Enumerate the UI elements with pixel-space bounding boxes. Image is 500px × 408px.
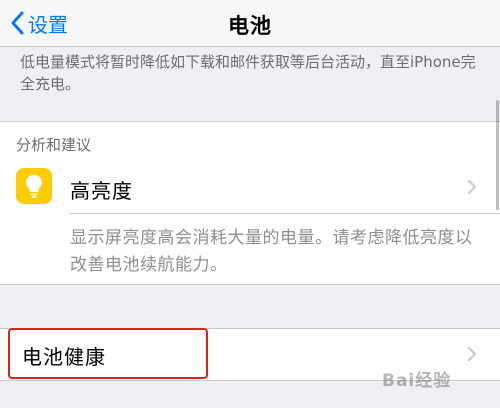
scrollbar[interactable] <box>496 100 499 210</box>
page-title: 电池 <box>228 14 272 38</box>
low-power-mode-footer: 低电量模式将暂时降低如下载和邮件获取等后台活动，直至iPhone完全充电。 <box>20 53 476 93</box>
chevron-right-icon <box>468 180 476 194</box>
row-divider <box>70 213 500 214</box>
insights-section-header: 分析和建议 <box>16 136 92 154</box>
high-brightness-label: 高亮度 <box>70 179 133 203</box>
navigation-bar: 设置 电池 <box>0 0 500 47</box>
watermark: Bai经验 <box>382 371 452 391</box>
highlight-box <box>8 328 208 379</box>
high-brightness-description: 显示屏亮度高会消耗大量的电量。请考虑降低亮度以改善电池续航能力。 <box>70 228 473 275</box>
chevron-right-icon <box>468 347 476 361</box>
lightbulb-icon <box>16 168 52 204</box>
